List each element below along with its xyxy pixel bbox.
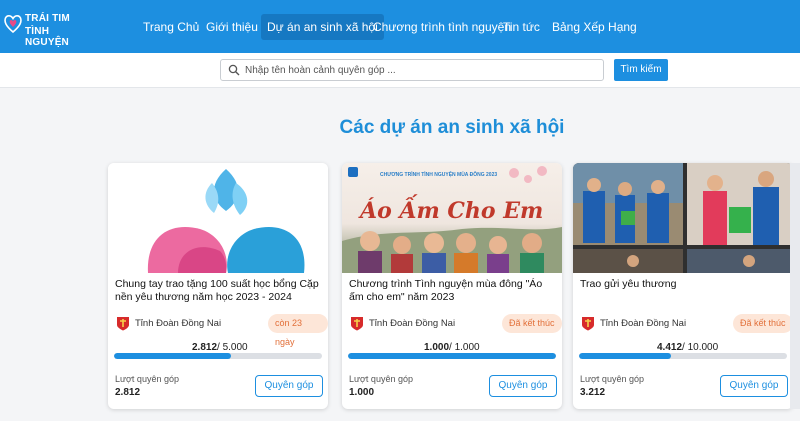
donation-count: 3.212 (580, 387, 606, 398)
nav-item-about[interactable]: Giới thiệu (206, 14, 258, 40)
search-bar: Tìm kiếm (0, 53, 800, 88)
project-title[interactable]: Trao gửi yêu thương (580, 278, 790, 291)
progress-bar (579, 353, 787, 359)
brand-line-1: TRÁI TIM (25, 13, 70, 24)
project-card[interactable]: Trao gửi yêu thương Tỉnh Đoàn Đồng Nai Đ… (573, 163, 793, 409)
search-icon (228, 64, 240, 76)
goal-amount: / 1.000 (449, 342, 480, 353)
status-badge: Đã kết thúc (733, 314, 793, 333)
progress-fill (579, 353, 671, 359)
progress-count: 4.412/ 10.000 (657, 342, 718, 353)
donation-label: Lượt quyên góp (115, 374, 179, 384)
top-navbar: TRÁI TIM TÌNH NGUYỆN Trang Chủ Giới thiệ… (0, 0, 800, 53)
nav-item-social-projects[interactable]: Dự án an sinh xã hội (261, 14, 384, 40)
organization-logo-icon (582, 317, 594, 331)
donation-count: 2.812 (115, 387, 141, 398)
organization-logo-icon (351, 317, 363, 331)
banner-title: Áo Ấm Cho Em (358, 194, 543, 224)
page-title: Các dự án an sinh xã hội (339, 117, 565, 138)
heart-logo-icon (4, 15, 22, 34)
progress-fill (348, 353, 556, 359)
progress-bar (114, 353, 322, 359)
project-card[interactable]: Chung tay trao tặng 100 suất học bổng Cặ… (108, 163, 328, 409)
progress-fill (114, 353, 231, 359)
nav-item-leaderboard[interactable]: Bảng Xếp Hạng (552, 14, 637, 40)
goal-amount: / 10.000 (682, 342, 719, 353)
goal-amount: / 5.000 (217, 342, 248, 353)
donation-label: Lượt quyên góp (580, 374, 644, 384)
status-badge: còn 23 ngày (268, 314, 328, 347)
nav-item-volunteer-programs[interactable]: Chương trình tình nguyện (373, 14, 511, 40)
organization-name: Tỉnh Đoàn Đồng Nai (369, 318, 456, 329)
progress-count: 2.812/ 5.000 (192, 342, 248, 353)
progress-bar (348, 353, 556, 359)
organization-name: Tỉnh Đoàn Đồng Nai (135, 318, 222, 329)
progress-count: 1.000/ 1.000 (424, 342, 480, 353)
project-image[interactable]: CHƯƠNG TRÌNH TÌNH NGUYỆN MÙA ĐÔNG 2023 Á… (342, 163, 562, 273)
site-logo[interactable]: TRÁI TIM TÌNH NGUYỆN (4, 9, 94, 48)
project-image[interactable] (108, 163, 328, 273)
organization-name: Tỉnh Đoàn Đồng Nai (600, 318, 687, 329)
raised-amount: 4.412 (657, 342, 683, 353)
nav-item-news[interactable]: Tin tức (503, 14, 540, 40)
organization-logo-icon (117, 317, 129, 331)
status-badge: Đã kết thúc (502, 314, 562, 333)
donation-label: Lượt quyên góp (349, 374, 413, 384)
donate-button[interactable]: Quyên góp (489, 375, 557, 397)
nav-item-home[interactable]: Trang Chủ (143, 14, 199, 40)
donate-button[interactable]: Quyên góp (255, 375, 323, 397)
search-input[interactable] (245, 62, 595, 78)
next-card-edge (790, 163, 800, 409)
raised-amount: 1.000 (424, 342, 450, 353)
search-box (220, 59, 604, 81)
search-button[interactable]: Tìm kiếm (614, 59, 668, 81)
raised-amount: 2.812 (192, 342, 218, 353)
project-title[interactable]: Chung tay trao tặng 100 suất học bổng Cặ… (115, 278, 325, 304)
brand-line-2: TÌNH NGUYỆN (25, 26, 69, 48)
project-card[interactable]: CHƯƠNG TRÌNH TÌNH NGUYỆN MÙA ĐÔNG 2023 Á… (342, 163, 562, 409)
project-image[interactable] (573, 163, 793, 273)
donate-button[interactable]: Quyên góp (720, 375, 788, 397)
donation-count: 1.000 (349, 387, 375, 398)
banner-caption: CHƯƠNG TRÌNH TÌNH NGUYỆN MÙA ĐÔNG 2023 (380, 170, 497, 178)
project-title[interactable]: Chương trình Tình nguyện mùa đông "Áo ấm… (349, 278, 559, 304)
